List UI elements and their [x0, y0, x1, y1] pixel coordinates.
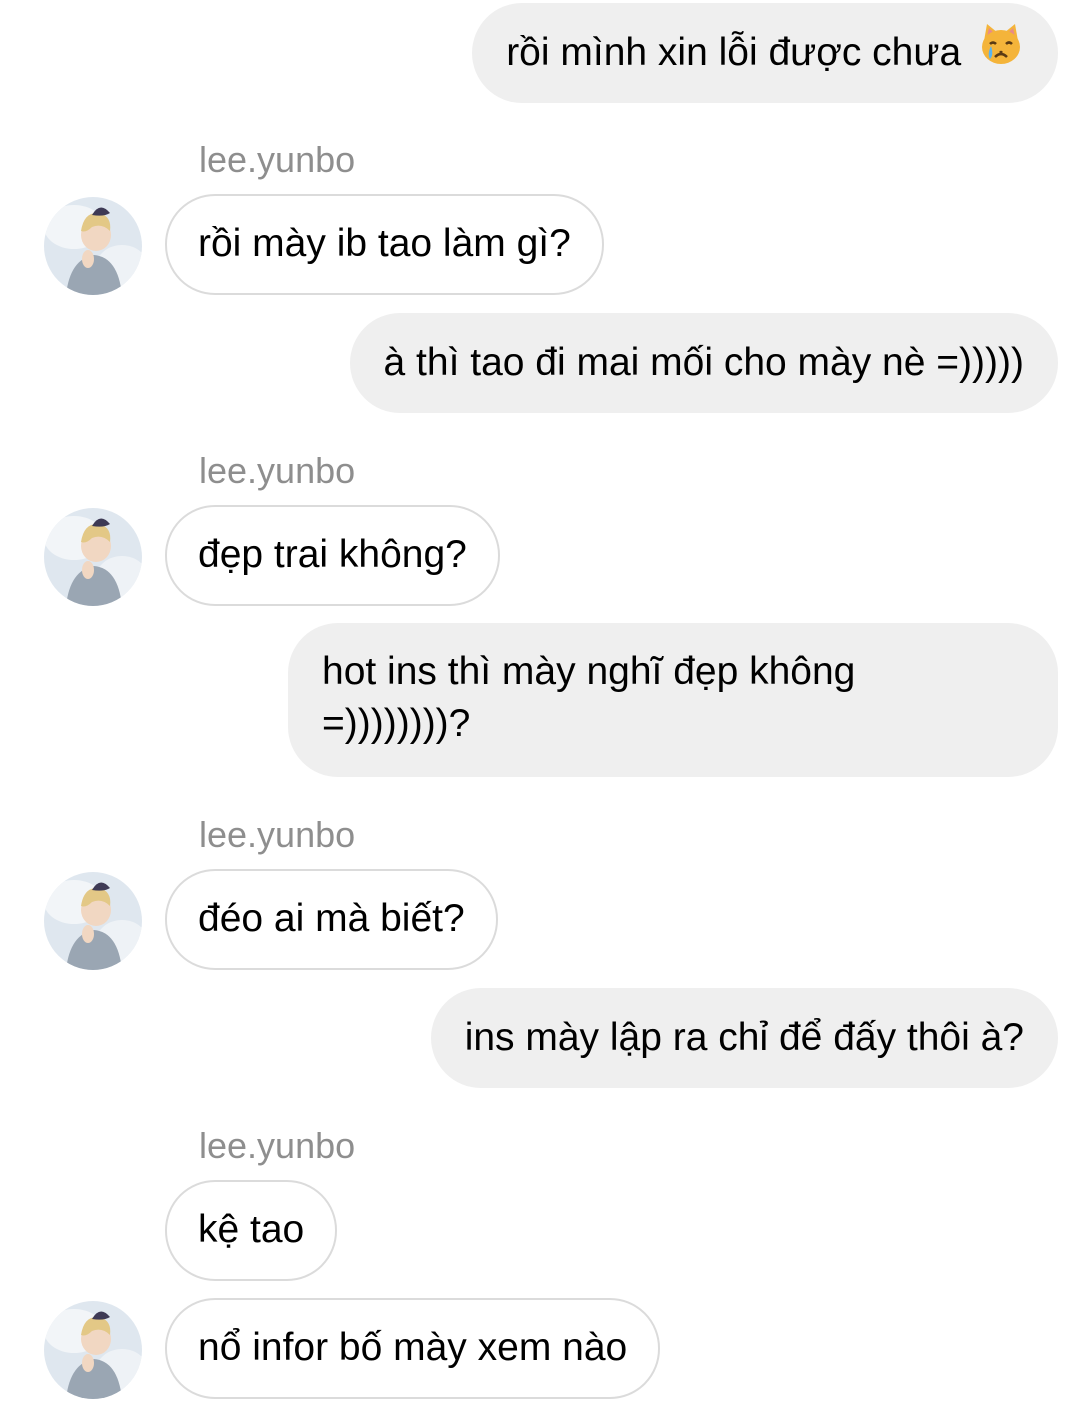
message-text: rồi mày ib tao làm gì? [198, 222, 571, 265]
sender-name: lee.yunbo [199, 814, 356, 855]
avatar[interactable] [44, 508, 142, 606]
message-text: đẹp trai không? [198, 533, 467, 576]
message-text: rồi mình xin lỗi được chưa [506, 31, 962, 74]
message-text-line-2: =))))))))? [322, 702, 471, 745]
outgoing-message-bubble[interactable]: hot ins thì mày nghĩ đẹp không =))))))))… [288, 623, 1058, 777]
message-text-line-1: hot ins thì mày nghĩ đẹp không [322, 650, 856, 693]
sender-name: lee.yunbo [199, 450, 356, 491]
avatar[interactable] [44, 197, 142, 295]
message-text: kệ tao [198, 1208, 305, 1251]
incoming-message-bubble[interactable]: đéo ai mà biết? [165, 869, 498, 970]
incoming-message-bubble[interactable]: nổ infor bố mày xem nào [165, 1298, 661, 1399]
avatar[interactable] [44, 872, 142, 970]
incoming-message-bubble[interactable]: kệ tao [165, 1180, 338, 1281]
outgoing-message-bubble[interactable]: rồi mình xin lỗi được chưa [472, 3, 1058, 103]
outgoing-message-bubble[interactable]: ins mày lập ra chỉ để đấy thôi à? [430, 988, 1058, 1088]
avatar[interactable] [44, 1301, 142, 1399]
outgoing-message-bubble[interactable]: à thì tao đi mai mối cho mày nè =))))) [349, 313, 1058, 413]
incoming-message-bubble[interactable]: rồi mày ib tao làm gì? [165, 194, 604, 295]
message-text: ins mày lập ra chỉ để đấy thôi à? [464, 1016, 1024, 1059]
message-text: đéo ai mà biết? [198, 897, 465, 940]
message-text: à thì tao đi mai mối cho mày nè =))))) [383, 341, 1024, 384]
crying-cat-emoji-icon [978, 5, 1024, 105]
sender-name: lee.yunbo [199, 1125, 356, 1166]
sender-name: lee.yunbo [199, 139, 356, 180]
message-text: nổ infor bố mày xem nào [198, 1326, 628, 1369]
incoming-message-bubble[interactable]: đẹp trai không? [165, 505, 500, 606]
